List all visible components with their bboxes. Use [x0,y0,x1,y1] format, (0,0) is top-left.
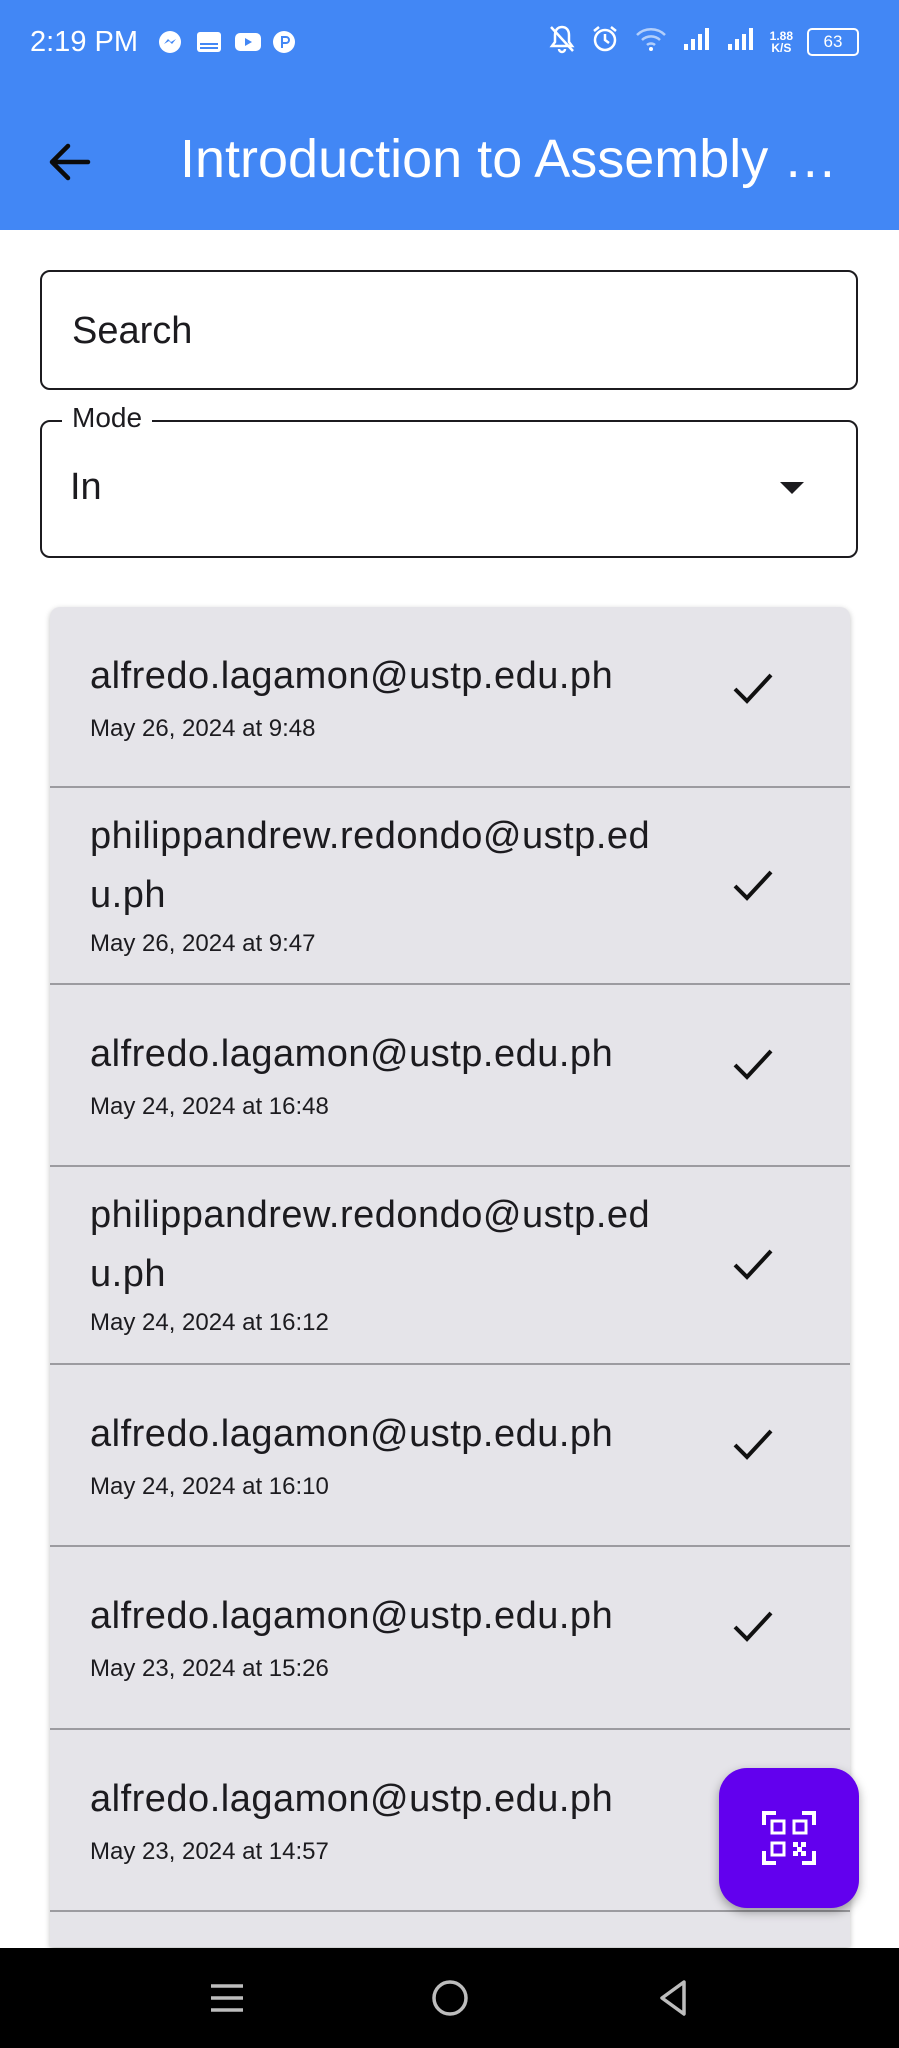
search-input[interactable] [70,302,834,360]
status-time: 2:19 PM [30,26,138,58]
status-bar: 2:19 PM 1.88 K/S 63 [0,0,899,90]
signal-icon [682,26,712,57]
app-bar: Introduction to Assembly … [0,90,899,230]
battery-indicator: 63 [807,27,859,56]
scan-qr-button[interactable] [719,1768,859,1908]
messenger-icon [158,30,182,54]
recent-apps-button[interactable] [205,1976,249,2020]
item-date: May 23, 2024 at 14:57 [90,1838,329,1865]
check-icon [733,1249,773,1280]
item-email: philippandrew.redondo@ustp.edu.ph [90,1194,651,1295]
check-icon [733,1611,773,1642]
dropdown-arrow-icon [780,482,804,494]
item-email: philippandrew.redondo@ustp.edu.ph [90,815,651,916]
arrow-left-icon [49,143,91,181]
list-item[interactable]: alfredo.lagamon@ustp.edu.ph May 24, 2024… [50,1365,850,1547]
status-right-icons: 1.88 K/S 63 [548,24,859,59]
item-date: May 24, 2024 at 16:48 [90,1093,329,1120]
mode-selected-value: In [70,466,102,508]
list-item[interactable]: philippandrew.redondo@ustp.edu.ph May 24… [50,1167,850,1365]
check-icon [733,1429,773,1460]
mode-label: Mode [62,402,153,434]
check-icon [733,870,773,901]
nav-back-button[interactable] [652,1976,696,2020]
p-app-icon [272,30,296,54]
qr-code-scan-icon [762,1811,816,1865]
youtube-icon [234,30,261,54]
system-nav-bar [0,1948,899,2048]
network-speed: 1.88 K/S [770,30,793,54]
item-date: May 23, 2024 at 15:26 [90,1655,329,1682]
bell-off-icon [548,24,576,59]
check-icon [733,1049,773,1080]
signal-icon [726,26,756,57]
network-speed-value: 1.88 [769,28,793,43]
mode-dropdown[interactable]: Mode In [40,402,858,558]
item-date: May 26, 2024 at 9:47 [90,930,316,957]
list-item[interactable]: alfredo.lagamon@ustp.edu.ph May 24, 2024… [50,985,850,1167]
status-left-icons [158,30,296,54]
recent-apps-icon [211,1984,243,2012]
item-email: alfredo.lagamon@ustp.edu.ph [90,1413,614,1455]
item-email: alfredo.lagamon@ustp.edu.ph [90,1033,614,1075]
home-icon [432,1980,468,2016]
list-item[interactable]: alfredo.lagamon@ustp.edu.ph May 23, 2024… [50,1547,850,1730]
list-item[interactable] [50,1912,850,1947]
item-date: May 26, 2024 at 9:48 [90,715,316,742]
back-button[interactable] [42,134,98,190]
item-date: May 24, 2024 at 16:10 [90,1473,329,1500]
search-field[interactable] [40,270,858,390]
list-item[interactable]: philippandrew.redondo@ustp.edu.ph May 26… [50,788,850,985]
network-speed-unit: K/S [771,40,792,55]
temu-icon [196,30,221,54]
alarm-icon [590,24,620,59]
item-email: alfredo.lagamon@ustp.edu.ph [90,1595,614,1637]
attendance-list: alfredo.lagamon@ustp.edu.ph May 26, 2024… [50,607,850,1947]
item-email: alfredo.lagamon@ustp.edu.ph [90,1778,614,1820]
list-item[interactable]: alfredo.lagamon@ustp.edu.ph May 26, 2024… [50,607,850,788]
back-icon [660,1980,686,2016]
check-icon [733,673,773,704]
item-date: May 24, 2024 at 16:12 [90,1309,329,1336]
wifi-icon [634,25,668,58]
page-title: Introduction to Assembly … [180,129,838,189]
home-button[interactable] [428,1976,472,2020]
item-email: alfredo.lagamon@ustp.edu.ph [90,655,614,697]
